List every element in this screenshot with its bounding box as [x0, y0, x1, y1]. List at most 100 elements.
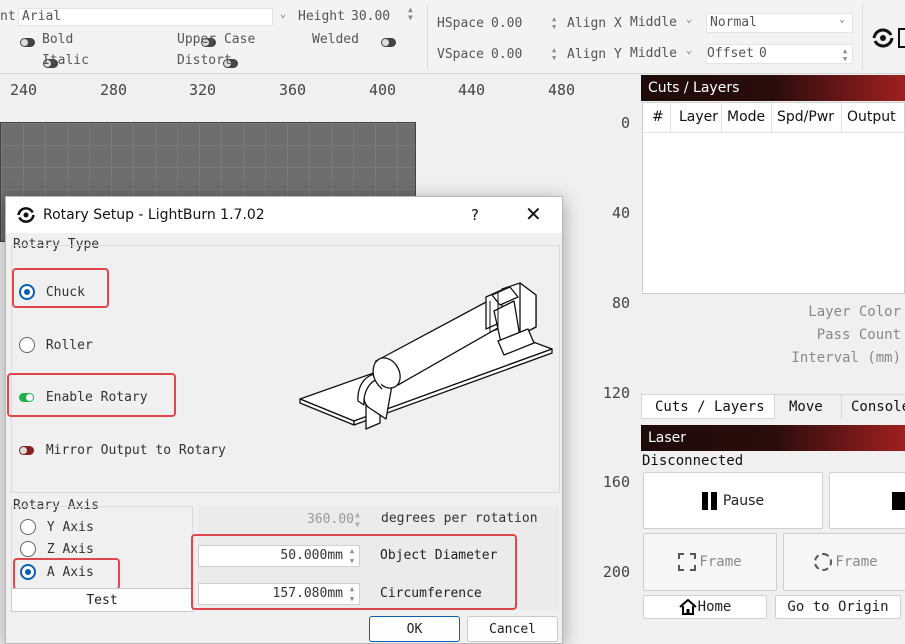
- go-to-origin-label: Go to Origin: [787, 599, 889, 615]
- frame-button[interactable]: Frame: [643, 533, 777, 591]
- tab-move[interactable]: Move: [789, 399, 823, 415]
- column-header: Spd/Pwr: [777, 109, 835, 125]
- panel-tab-bar: Cuts / Layers Move Console: [641, 394, 905, 419]
- enable-rotary-label: Enable Rotary: [45, 390, 148, 405]
- ruler-tick: 160: [602, 473, 630, 491]
- column-divider: [771, 103, 772, 133]
- chuck-radio[interactable]: Chuck: [19, 284, 85, 300]
- vspace-label: VSpace: [437, 47, 484, 62]
- font-select[interactable]: Arial: [18, 8, 273, 26]
- ok-button[interactable]: OK: [369, 616, 460, 642]
- tab-divider: [841, 395, 842, 419]
- frame-circle-icon: [814, 553, 833, 571]
- bold-toggle-icon[interactable]: [20, 38, 35, 47]
- layer-color-label: Layer Color: [808, 304, 901, 320]
- enable-rotary-toggle[interactable]: Enable Rotary: [19, 390, 148, 405]
- y-axis-label: Y Axis: [46, 519, 94, 535]
- frame-circle-label: Frame: [835, 554, 878, 570]
- chuck-label: Chuck: [45, 284, 85, 300]
- pause-button[interactable]: Pause: [643, 472, 823, 529]
- test-button[interactable]: Test: [11, 588, 193, 612]
- layers-table[interactable]: # Layer Mode Spd/Pwr Output: [642, 102, 905, 294]
- a-axis-radio[interactable]: A Axis: [20, 564, 94, 580]
- close-icon[interactable]: ✕: [525, 202, 542, 226]
- home-icon: [678, 599, 697, 615]
- laser-title: Laser: [641, 425, 905, 451]
- circumference-input[interactable]: 157.080mm ▲ ▼: [198, 583, 360, 605]
- upper-case-label: Upper Case: [177, 32, 256, 47]
- pause-icon-bar: [710, 491, 717, 510]
- ruler-tick: 40: [611, 204, 630, 222]
- ruler-tick: 0: [620, 114, 630, 132]
- tab-cuts-layers-label: Cuts / Layers: [655, 399, 765, 415]
- align-y-value[interactable]: Middle: [630, 46, 677, 61]
- radio-unchecked-icon: [20, 541, 36, 557]
- vspace-value[interactable]: 0.00: [491, 47, 522, 62]
- cancel-button[interactable]: Cancel: [467, 616, 558, 642]
- chevron-down-icon[interactable]: ⌄: [686, 45, 692, 56]
- text-toolbar: nt Arial ⌄ Height 30.00 ▲ ▼ Bold Italic U…: [0, 0, 905, 74]
- horizontal-ruler: 240 280 320 360 400 440 480: [0, 75, 640, 105]
- rotary-setup-dialog: Rotary Setup - LightBurn 1.7.02 ? ✕ Rota…: [5, 196, 563, 644]
- column-divider: [670, 103, 671, 133]
- align-x-value[interactable]: Middle: [630, 15, 677, 30]
- chevron-down-icon[interactable]: ⌄: [686, 14, 692, 25]
- object-diameter-label: Object Diameter: [380, 548, 498, 563]
- ruler-tick: 80: [611, 294, 630, 312]
- hspace-spin-arrows-icon[interactable]: ▲ ▼: [552, 15, 556, 31]
- y-axis-radio[interactable]: Y Axis: [20, 519, 94, 535]
- mirror-output-toggle[interactable]: Mirror Output to Rotary: [19, 443, 226, 458]
- tab-console[interactable]: Console: [851, 399, 905, 415]
- rotary-icon[interactable]: [870, 26, 896, 54]
- align-x-label: Align X: [567, 16, 622, 31]
- ruler-tick: 280: [100, 81, 128, 99]
- hspace-value[interactable]: 0.00: [491, 16, 522, 31]
- mode-select[interactable]: Normal ⌄: [706, 13, 853, 33]
- frame-label: Frame: [699, 554, 742, 570]
- dialog-title: Rotary Setup - LightBurn 1.7.02: [43, 207, 265, 223]
- ruler-tick: 400: [369, 81, 397, 99]
- height-value[interactable]: 30.00: [351, 9, 390, 24]
- toggle-off-icon: [19, 446, 34, 455]
- column-header: Layer: [679, 109, 719, 125]
- degrees-spin-arrows-icon[interactable]: ▲ ▼: [355, 510, 360, 530]
- height-spin-arrows-icon[interactable]: ▲ ▼: [408, 6, 413, 22]
- radio-checked-icon: [20, 564, 36, 580]
- bold-label: Bold: [42, 32, 74, 47]
- column-divider: [721, 103, 722, 133]
- chevron-down-icon[interactable]: ⌄: [280, 9, 286, 20]
- welded-label: Welded: [312, 32, 359, 47]
- tab-cuts-layers[interactable]: Cuts / Layers: [641, 395, 775, 419]
- stop-button[interactable]: [829, 472, 905, 529]
- vspace-spin-arrows-icon[interactable]: ▲ ▼: [552, 46, 556, 62]
- align-y-label: Align Y: [567, 47, 622, 62]
- hspace-label: HSpace: [437, 16, 484, 31]
- ruler-tick: 480: [548, 81, 576, 99]
- mirror-output-label: Mirror Output to Rotary: [45, 443, 226, 458]
- offset-label: Offset: [707, 46, 754, 61]
- laser-status: Disconnected: [642, 453, 744, 469]
- ruler-tick: 120: [602, 384, 630, 402]
- frame-circle-button[interactable]: Frame: [783, 533, 905, 591]
- column-header: #: [652, 109, 664, 125]
- stop-icon: [892, 491, 905, 510]
- offset-spin-arrows-icon: ▲ ▼: [843, 47, 848, 63]
- home-label: Home: [697, 599, 732, 615]
- offset-field[interactable]: Offset 0 ▲ ▼: [706, 44, 853, 64]
- column-header: Output: [847, 109, 896, 125]
- font-value: Arial: [22, 9, 62, 24]
- panel-icon[interactable]: [898, 28, 905, 48]
- z-axis-radio[interactable]: Z Axis: [20, 541, 94, 557]
- help-button[interactable]: ?: [471, 206, 479, 224]
- degrees-per-rotation-value[interactable]: 360.00: [304, 510, 354, 530]
- layers-table-header: # Layer Mode Spd/Pwr Output: [643, 103, 905, 133]
- offset-value: 0: [759, 46, 767, 61]
- object-diameter-input[interactable]: 50.000mm ▲ ▼: [198, 545, 360, 567]
- welded-toggle-icon[interactable]: [381, 38, 397, 47]
- home-button[interactable]: Home: [643, 595, 767, 619]
- roller-radio[interactable]: Roller: [19, 337, 93, 353]
- radio-checked-icon: [19, 284, 35, 300]
- go-to-origin-button[interactable]: Go to Origin: [775, 595, 901, 619]
- ok-label: OK: [406, 621, 423, 637]
- frame-square-icon: [678, 553, 697, 571]
